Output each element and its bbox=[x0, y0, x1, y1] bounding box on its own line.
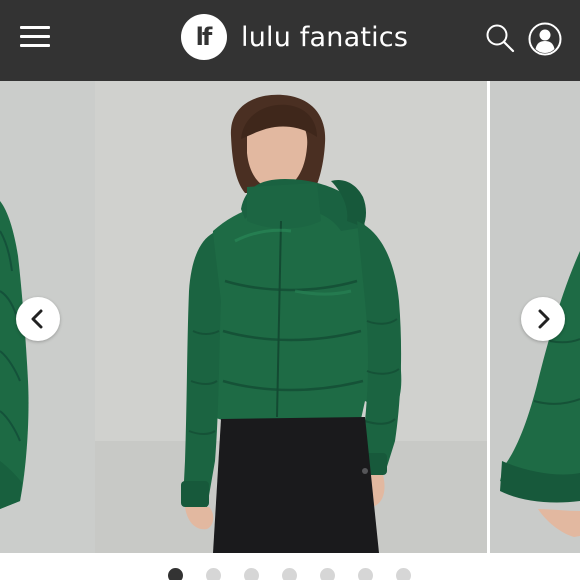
pagination-dot-6[interactable] bbox=[358, 568, 373, 580]
brand-name: lulu fanatics bbox=[241, 21, 409, 53]
carousel-slide-current bbox=[95, 81, 487, 553]
brand-logo[interactable]: lf lulu fanatics bbox=[181, 14, 408, 60]
pagination-dot-5[interactable] bbox=[320, 568, 335, 580]
chevron-left-icon bbox=[31, 309, 43, 329]
chevron-right-icon bbox=[538, 309, 550, 329]
logo-circle: lf bbox=[181, 14, 227, 60]
hamburger-menu-icon[interactable] bbox=[20, 26, 52, 48]
carousel-prev-button[interactable] bbox=[16, 297, 60, 341]
top-navigation-bar: lf lulu fanatics bbox=[0, 0, 580, 81]
search-icon[interactable] bbox=[484, 22, 516, 54]
pagination-dot-1[interactable] bbox=[168, 568, 183, 580]
pagination-dot-3[interactable] bbox=[244, 568, 259, 580]
logo-mark: lf bbox=[195, 23, 213, 51]
carousel-pagination bbox=[0, 563, 580, 580]
carousel-next-button[interactable] bbox=[521, 297, 565, 341]
product-image-carousel[interactable] bbox=[0, 81, 580, 553]
user-profile-icon[interactable] bbox=[528, 22, 562, 56]
pagination-dot-7[interactable] bbox=[396, 568, 411, 580]
pagination-dot-2[interactable] bbox=[206, 568, 221, 580]
pagination-dot-4[interactable] bbox=[282, 568, 297, 580]
green-puffer-jacket-model-image bbox=[95, 81, 487, 553]
